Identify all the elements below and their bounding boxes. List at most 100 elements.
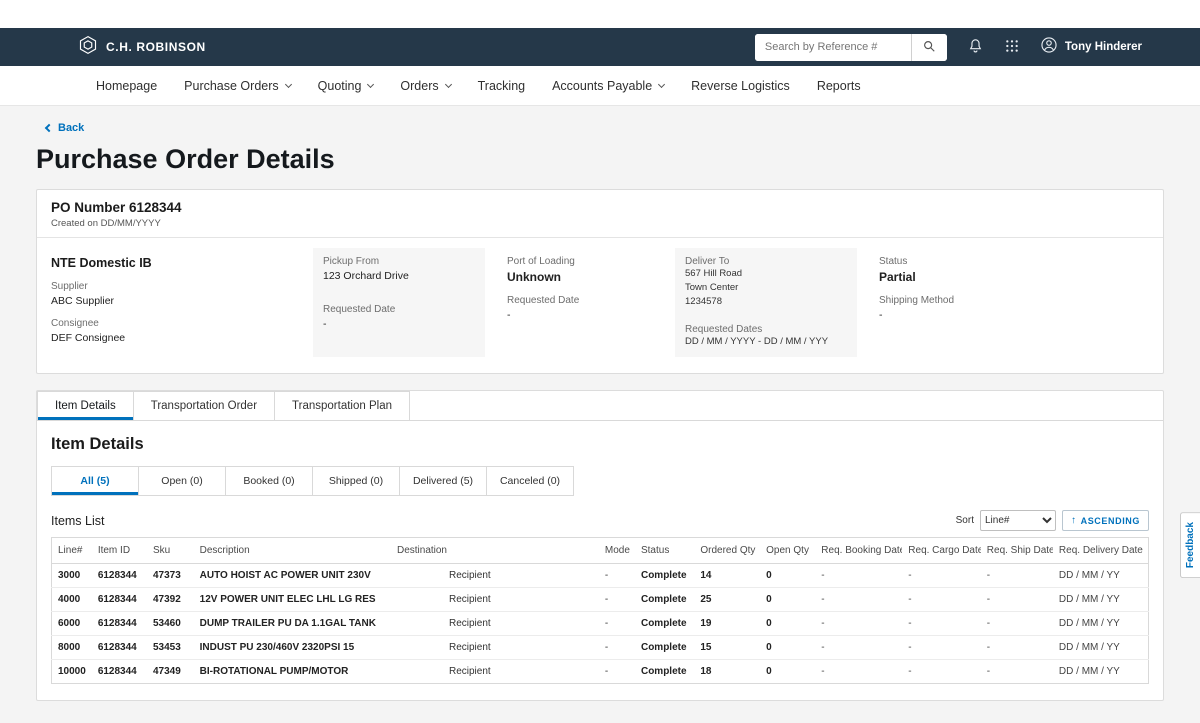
feedback-tab[interactable]: Feedback bbox=[1180, 512, 1200, 578]
cell-req-cargo-date: - bbox=[902, 564, 981, 588]
search-icon bbox=[922, 39, 936, 56]
cell-mode: - bbox=[599, 636, 635, 660]
table-row[interactable]: 10000612834447349BI-ROTATIONAL PUMP/MOTO… bbox=[52, 660, 1149, 684]
column-header-mode[interactable]: Mode bbox=[599, 538, 635, 564]
column-header-status[interactable]: Status bbox=[635, 538, 694, 564]
nav-item-reports[interactable]: Reports bbox=[817, 79, 861, 93]
filter-tab-booked-0[interactable]: Booked (0) bbox=[225, 466, 313, 496]
filter-tab-delivered-5[interactable]: Delivered (5) bbox=[399, 466, 487, 496]
po-parties-column: NTE Domestic IB Supplier ABC Supplier Co… bbox=[51, 248, 301, 357]
cell-description: INDUST PU 230/460V 2320PSI 15 bbox=[194, 636, 391, 660]
search-input[interactable] bbox=[755, 34, 911, 61]
apps-grid-icon bbox=[1004, 38, 1020, 57]
column-header-req-cargo-date[interactable]: Req. Cargo Date bbox=[902, 538, 981, 564]
sort-select[interactable]: Line# bbox=[980, 510, 1056, 531]
cell-line: 10000 bbox=[52, 660, 92, 684]
detail-tabbar: Item DetailsTransportation OrderTranspor… bbox=[37, 391, 1163, 421]
po-summary-card: PO Number 6128344 Created on DD/MM/YYYY … bbox=[36, 189, 1164, 374]
cell-destination: Recipient bbox=[391, 660, 599, 684]
user-avatar-icon bbox=[1040, 36, 1058, 59]
nav-item-quoting[interactable]: Quoting bbox=[318, 79, 374, 93]
items-table: Line#Item IDSkuDescriptionDestinationMod… bbox=[51, 537, 1149, 684]
cell-description: 12V POWER UNIT ELEC LHL LG RES bbox=[194, 588, 391, 612]
pickup-from-value: 123 Orchard Drive bbox=[323, 270, 475, 282]
supplier-label: Supplier bbox=[51, 281, 301, 292]
deliver-to-column: Deliver To 567 Hill Road Town Center 123… bbox=[675, 248, 857, 357]
column-header-ordered-qty[interactable]: Ordered Qty bbox=[694, 538, 760, 564]
nav-item-homepage[interactable]: Homepage bbox=[96, 79, 157, 93]
filter-tab-open-0[interactable]: Open (0) bbox=[138, 466, 226, 496]
status-column: Status Partial Shipping Method - bbox=[869, 248, 1149, 357]
column-header-sku[interactable]: Sku bbox=[147, 538, 194, 564]
cell-ordered-qty: 14 bbox=[694, 564, 760, 588]
port-of-loading-column: Port of Loading Unknown Requested Date - bbox=[497, 248, 663, 357]
sort-label: Sort bbox=[956, 515, 974, 526]
detail-tabs-card: Item DetailsTransportation OrderTranspor… bbox=[36, 390, 1164, 701]
table-row[interactable]: 400061283444739212V POWER UNIT ELEC LHL … bbox=[52, 588, 1149, 612]
cell-sku: 53453 bbox=[147, 636, 194, 660]
back-link[interactable]: Back bbox=[46, 122, 84, 134]
window-top-margin bbox=[0, 0, 1200, 28]
port-requested-date-value: - bbox=[507, 309, 653, 321]
column-header-req-ship-date[interactable]: Req. Ship Date bbox=[981, 538, 1053, 564]
column-header-description[interactable]: Description bbox=[194, 538, 391, 564]
table-row[interactable]: 8000612834453453INDUST PU 230/460V 2320P… bbox=[52, 636, 1149, 660]
tab-item-details[interactable]: Item Details bbox=[37, 391, 134, 420]
sort-direction-button[interactable]: ↑ ASCENDING bbox=[1062, 510, 1149, 531]
filter-tabbar: All (5)Open (0)Booked (0)Shipped (0)Deli… bbox=[51, 466, 1149, 496]
deliver-requested-dates-value: DD / MM / YYYY - DD / MM / YYY bbox=[685, 336, 847, 349]
deliver-to-line-1: 567 Hill Road bbox=[685, 268, 847, 281]
table-row[interactable]: 6000612834453460DUMP TRAILER PU DA 1.1GA… bbox=[52, 612, 1149, 636]
tab-transportation-order[interactable]: Transportation Order bbox=[133, 391, 275, 420]
cell-destination: Recipient bbox=[391, 564, 599, 588]
search-button[interactable] bbox=[911, 34, 947, 61]
cell-status: Complete bbox=[635, 564, 694, 588]
nav-item-label: Quoting bbox=[318, 79, 362, 93]
cell-req-booking-date: - bbox=[815, 660, 902, 684]
cell-description: BI-ROTATIONAL PUMP/MOTOR bbox=[194, 660, 391, 684]
apps-button[interactable] bbox=[1004, 38, 1020, 57]
brand-name: C.H. ROBINSON bbox=[106, 40, 206, 54]
table-row[interactable]: 3000612834447373AUTO HOIST AC POWER UNIT… bbox=[52, 564, 1149, 588]
nav-item-label: Accounts Payable bbox=[552, 79, 652, 93]
deliver-to-line-3: 1234578 bbox=[685, 296, 847, 309]
cell-mode: - bbox=[599, 660, 635, 684]
cell-req-ship-date: - bbox=[981, 564, 1053, 588]
cell-line: 8000 bbox=[52, 636, 92, 660]
nav-item-orders[interactable]: Orders bbox=[400, 79, 450, 93]
chevron-left-icon bbox=[45, 124, 53, 132]
shipping-method-value: - bbox=[879, 309, 1139, 321]
nav-item-accounts-payable[interactable]: Accounts Payable bbox=[552, 79, 664, 93]
column-header-line[interactable]: Line# bbox=[52, 538, 92, 564]
cell-req-ship-date: - bbox=[981, 612, 1053, 636]
cell-description: DUMP TRAILER PU DA 1.1GAL TANK bbox=[194, 612, 391, 636]
filter-tab-canceled-0[interactable]: Canceled (0) bbox=[486, 466, 574, 496]
filter-tab-all-5[interactable]: All (5) bbox=[51, 466, 139, 496]
deliver-to-label: Deliver To bbox=[685, 256, 847, 267]
user-menu[interactable]: Tony Hinderer bbox=[1040, 36, 1142, 59]
pickup-requested-date-value: - bbox=[323, 318, 475, 330]
tab-transportation-plan[interactable]: Transportation Plan bbox=[274, 391, 410, 420]
brand-logo[interactable]: C.H. ROBINSON bbox=[78, 35, 206, 60]
column-header-destination[interactable]: Destination bbox=[391, 538, 599, 564]
column-header-req-delivery-date[interactable]: Req. Delivery Date bbox=[1053, 538, 1149, 564]
cell-req-delivery-date: DD / MM / YY bbox=[1053, 636, 1149, 660]
cell-status: Complete bbox=[635, 660, 694, 684]
nav-item-label: Orders bbox=[400, 79, 438, 93]
cell-req-cargo-date: - bbox=[902, 612, 981, 636]
filter-tab-shipped-0[interactable]: Shipped (0) bbox=[312, 466, 400, 496]
cell-sku: 47349 bbox=[147, 660, 194, 684]
cell-req-ship-date: - bbox=[981, 660, 1053, 684]
nav-item-tracking[interactable]: Tracking bbox=[478, 79, 525, 93]
cell-mode: - bbox=[599, 612, 635, 636]
po-created-on: Created on DD/MM/YYYY bbox=[51, 218, 1149, 229]
column-header-open-qty[interactable]: Open Qty bbox=[760, 538, 815, 564]
nav-item-purchase-orders[interactable]: Purchase Orders bbox=[184, 79, 290, 93]
chevron-down-icon bbox=[367, 80, 374, 87]
cell-sku: 47392 bbox=[147, 588, 194, 612]
column-header-item-id[interactable]: Item ID bbox=[92, 538, 147, 564]
notifications-button[interactable] bbox=[967, 37, 984, 57]
column-header-req-booking-date[interactable]: Req. Booking Date bbox=[815, 538, 902, 564]
nav-item-reverse-logistics[interactable]: Reverse Logistics bbox=[691, 79, 790, 93]
cell-req-cargo-date: - bbox=[902, 588, 981, 612]
